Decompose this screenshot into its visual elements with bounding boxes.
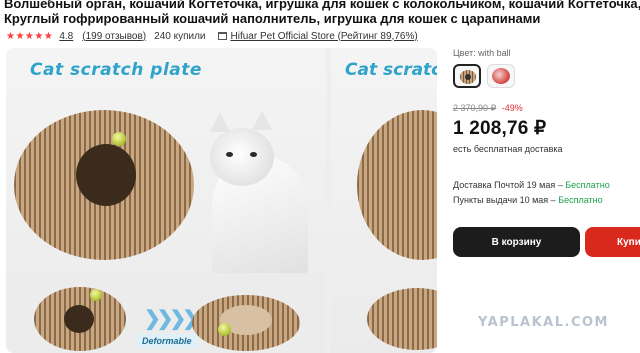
transform-arrows-icon: ❯❯❯❯ <box>144 308 199 330</box>
store-link[interactable]: Hifuar Pet Official Store (Рейтинг 89,76… <box>231 31 418 42</box>
purchases-count: 240 купили <box>154 30 206 42</box>
swatch-with-ball[interactable] <box>453 64 481 88</box>
buy-now-button[interactable]: Купить <box>585 227 640 257</box>
side-scratcher-bottom <box>367 288 437 350</box>
current-price: 1 208,76 ₽ <box>453 118 547 139</box>
deformable-badge: Deformable <box>136 334 198 348</box>
rating-value[interactable]: 4.8 <box>59 31 73 42</box>
color-swatches <box>453 64 640 88</box>
scratcher-closed-photo <box>34 283 126 351</box>
add-to-cart-button[interactable]: В корзину <box>453 227 580 257</box>
product-title-line-1: Волшебный орган, кошачий Когтеточка, игр… <box>4 0 640 11</box>
free-shipping-note: есть бесплатная доставка <box>453 144 563 154</box>
delivery-info: Доставка Почтой 19 мая – Бесплатно Пункт… <box>453 178 640 208</box>
old-price-row: 2 370,90 ₽ -49% <box>453 103 640 114</box>
scratcher-hole <box>76 144 136 206</box>
rating-row: ★★★★★ 4.8 (199 отзывов) 240 купили Hifua… <box>6 29 418 43</box>
product-gallery[interactable]: Cat scratch plate ❯❯❯❯ Deformable Cat sc… <box>6 48 437 353</box>
swatch-red-ball[interactable] <box>487 64 515 88</box>
scratcher-open-photo <box>192 283 300 351</box>
rating-stars: ★★★★★ <box>6 30 54 42</box>
product-title-line-2: Круглый гофрированный кошачий наполнител… <box>4 11 541 26</box>
reviews-link[interactable]: (199 отзывов) <box>82 31 146 42</box>
ball-toy <box>112 132 126 146</box>
store-icon <box>217 32 227 40</box>
delivery-pickup: Пункты выдачи 10 мая – Бесплатно <box>453 195 603 205</box>
purchase-panel: Цвет: with ball 2 370,90 ₽ -49% 1 208,76… <box>453 48 640 208</box>
color-label: Цвет: with ball <box>453 48 511 58</box>
next-product-photo[interactable]: Cat scratc <box>331 48 437 353</box>
photo-caption: Cat scratch plate <box>30 60 202 80</box>
side-scratcher-donut <box>357 110 437 260</box>
product-title: Волшебный орган, кошачий Когтеточка, игр… <box>4 0 640 26</box>
discount-badge: -49% <box>501 103 523 113</box>
old-price: 2 370,90 ₽ <box>453 103 497 113</box>
site-watermark: YAPLAKAL.COM <box>478 315 609 330</box>
main-product-photo[interactable]: Cat scratch plate ❯❯❯❯ Deformable <box>6 48 326 353</box>
cat-illustration <box>192 108 312 298</box>
side-photo-caption: Cat scratc <box>345 60 437 80</box>
delivery-post: Доставка Почтой 19 мая – Бесплатно <box>453 180 610 190</box>
